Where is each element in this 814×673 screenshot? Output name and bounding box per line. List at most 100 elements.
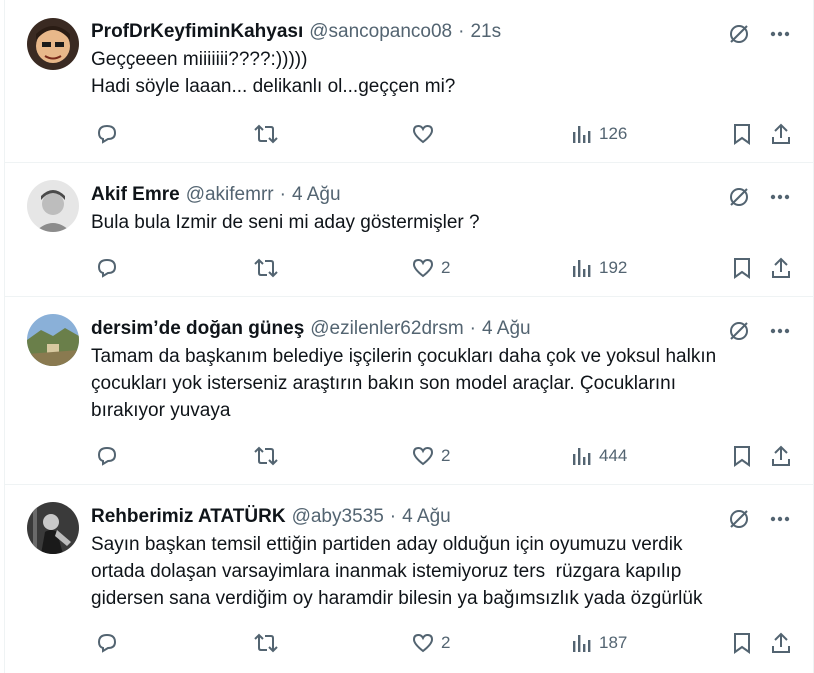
tweet-text: Geçҫeeen miiiiiii????:))))) Hadi söyle l… [91,46,797,100]
retweet-button[interactable] [253,444,279,468]
more-icon[interactable] [769,320,791,342]
retweet-button[interactable] [253,256,279,280]
timestamp[interactable]: 4 Ağu [402,506,451,528]
display-name[interactable]: Akif Emre [91,184,180,206]
bookmark-button[interactable] [731,444,753,468]
avatar[interactable] [27,180,79,232]
like-count: 2 [441,446,451,465]
share-icon [772,257,790,278]
grok-icon[interactable] [727,319,751,343]
timestamp[interactable]: 4 Ağu [482,318,531,340]
more-icon[interactable] [769,186,791,208]
reply-button[interactable] [95,256,119,280]
tweet-text-line: Hadi söyle laaan... delikanlı ol...geççe… [91,76,456,97]
reply-icon [97,124,117,144]
avatar[interactable] [27,502,79,554]
separator-dot: · [279,184,286,205]
tweet-text-line: Sayın başkan temsil ettiğin partiden ada… [91,534,683,555]
tweet-text: Tamam da başkanım belediye işçilerin çoc… [91,343,797,424]
retweet-icon [254,124,278,144]
tweet-text-line: ortada dolaşan varsayimlara inanmak iste… [91,561,682,582]
like-button[interactable] [411,122,441,146]
display-name[interactable]: Rehberimiz ATATÜRK [91,506,286,528]
share-icon [772,445,790,466]
display-name[interactable]: ProfDrKeyfiminKahyası [91,21,303,43]
views-button[interactable]: 126 [571,122,627,146]
reply-icon [97,258,117,278]
reply-icon [97,633,117,653]
more-icon[interactable] [769,508,791,530]
like-icon [412,446,434,466]
user-handle[interactable]: @sancopanco08 [309,21,452,43]
tweet-text-line: Bula bula Izmir de seni mi aday göstermi… [91,212,480,233]
tweet-header: Rehberimiz ATATÜRK @aby3535 · 4 Ağu [91,506,797,528]
bookmark-button[interactable] [731,631,753,655]
timestamp[interactable]: 4 Ağu [292,184,341,206]
grok-icon[interactable] [727,22,751,46]
timestamp[interactable]: 21s [470,21,501,43]
grok-icon[interactable] [727,185,751,209]
views-count: 187 [599,633,628,652]
tweet-text-line: bırakıyor yuvaya [91,400,231,421]
separator-dot: · [469,318,476,339]
bookmark-icon [734,633,750,654]
share-icon [772,632,790,653]
views-button[interactable]: 192 [571,256,627,280]
bookmark-icon [734,258,750,279]
share-button[interactable] [769,444,793,468]
more-icon[interactable] [769,23,791,45]
views-button[interactable]: 187 [571,631,627,655]
tweet-top-actions [727,22,791,46]
grok-icon[interactable] [727,507,751,531]
views-icon [573,635,591,652]
views-count: 126 [599,124,628,143]
tweet-top-actions [727,507,791,531]
tweet-header: Akif Emre @akifemrr · 4 Ağu [91,184,797,206]
views-count: 192 [599,258,628,277]
user-handle[interactable]: @akifemrr [186,184,274,206]
bookmark-button[interactable] [731,122,753,146]
tweet-header: ProfDrKeyfiminKahyası @sancopanco08 · 21… [91,21,797,43]
separator-dot: · [458,21,465,42]
tweet-actions: 2 192 [95,256,793,282]
avatar[interactable] [27,18,79,70]
retweet-icon [254,258,278,278]
tweet-actions: 2 187 [95,631,793,657]
avatar[interactable] [27,314,79,366]
tweet[interactable]: dersim’de doğan güneş @ezilenler62drsm ·… [5,297,813,485]
like-button[interactable]: 2 [411,444,450,468]
reply-button[interactable] [95,122,119,146]
like-button[interactable]: 2 [411,631,450,655]
user-handle[interactable]: @ezilenler62drsm [310,318,463,340]
retweet-icon [254,446,278,466]
like-icon [412,124,434,144]
like-count: 2 [441,258,451,277]
tweet-header: dersim’de doğan güneş @ezilenler62drsm ·… [91,318,797,340]
views-button[interactable]: 444 [571,444,627,468]
tweet[interactable]: Rehberimiz ATATÜRK @aby3535 · 4 Ağu Sayı… [5,485,813,673]
views-icon [573,126,591,143]
tweet-text: Bula bula Izmir de seni mi aday göstermi… [91,209,797,236]
views-count: 444 [599,446,628,465]
share-button[interactable] [769,256,793,280]
bookmark-button[interactable] [731,256,753,280]
tweet-text-line: Tamam da başkanım belediye işçilerin çoc… [91,346,717,367]
share-button[interactable] [769,122,793,146]
tweet[interactable]: ProfDrKeyfiminKahyası @sancopanco08 · 21… [5,0,813,163]
user-handle[interactable]: @aby3535 [292,506,384,528]
views-icon [573,448,591,465]
reply-button[interactable] [95,631,119,655]
share-button[interactable] [769,631,793,655]
tweet[interactable]: Akif Emre @akifemrr · 4 Ağu Bula bula Iz… [5,163,813,297]
separator-dot: · [389,506,397,527]
display-name[interactable]: dersim’de doğan güneş [91,318,304,340]
reply-button[interactable] [95,444,119,468]
like-icon [412,633,434,653]
bookmark-icon [734,124,750,145]
retweet-button[interactable] [253,631,279,655]
like-button[interactable]: 2 [411,256,450,280]
retweet-button[interactable] [253,122,279,146]
bookmark-icon [734,446,750,467]
tweet-text-line: çocukları yok isterseniz araştırın bakın… [91,373,677,394]
like-count: 2 [441,633,451,652]
